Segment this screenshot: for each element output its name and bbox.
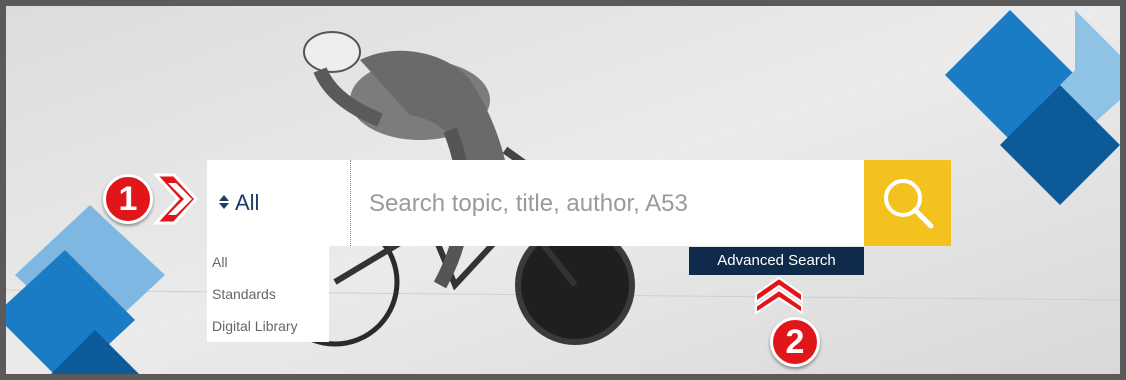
step-one-badge: 1: [103, 174, 153, 224]
step-one-number: 1: [118, 179, 138, 218]
step-two-badge: 2: [770, 317, 820, 367]
step-two-number: 2: [785, 322, 805, 361]
scope-option-all[interactable]: All: [207, 246, 329, 278]
chevrons-up-icon: [755, 276, 803, 314]
chevron-right-icon: [154, 173, 199, 225]
scope-option-standards[interactable]: Standards: [207, 278, 329, 310]
page-frame: All All Standards Digital Library Advanc…: [0, 0, 1126, 380]
scope-selected-value: All: [235, 190, 260, 215]
advanced-search-button[interactable]: Advanced Search: [689, 247, 864, 275]
search-bar: All: [207, 160, 951, 248]
search-button[interactable]: [864, 160, 951, 246]
scope-options-list: All Standards Digital Library: [207, 246, 329, 342]
search-input[interactable]: [367, 160, 861, 248]
updown-icon: [219, 195, 229, 211]
scope-option-digital-library[interactable]: Digital Library: [207, 310, 329, 342]
search-icon: [883, 179, 933, 229]
scope-dropdown[interactable]: All: [207, 160, 351, 246]
